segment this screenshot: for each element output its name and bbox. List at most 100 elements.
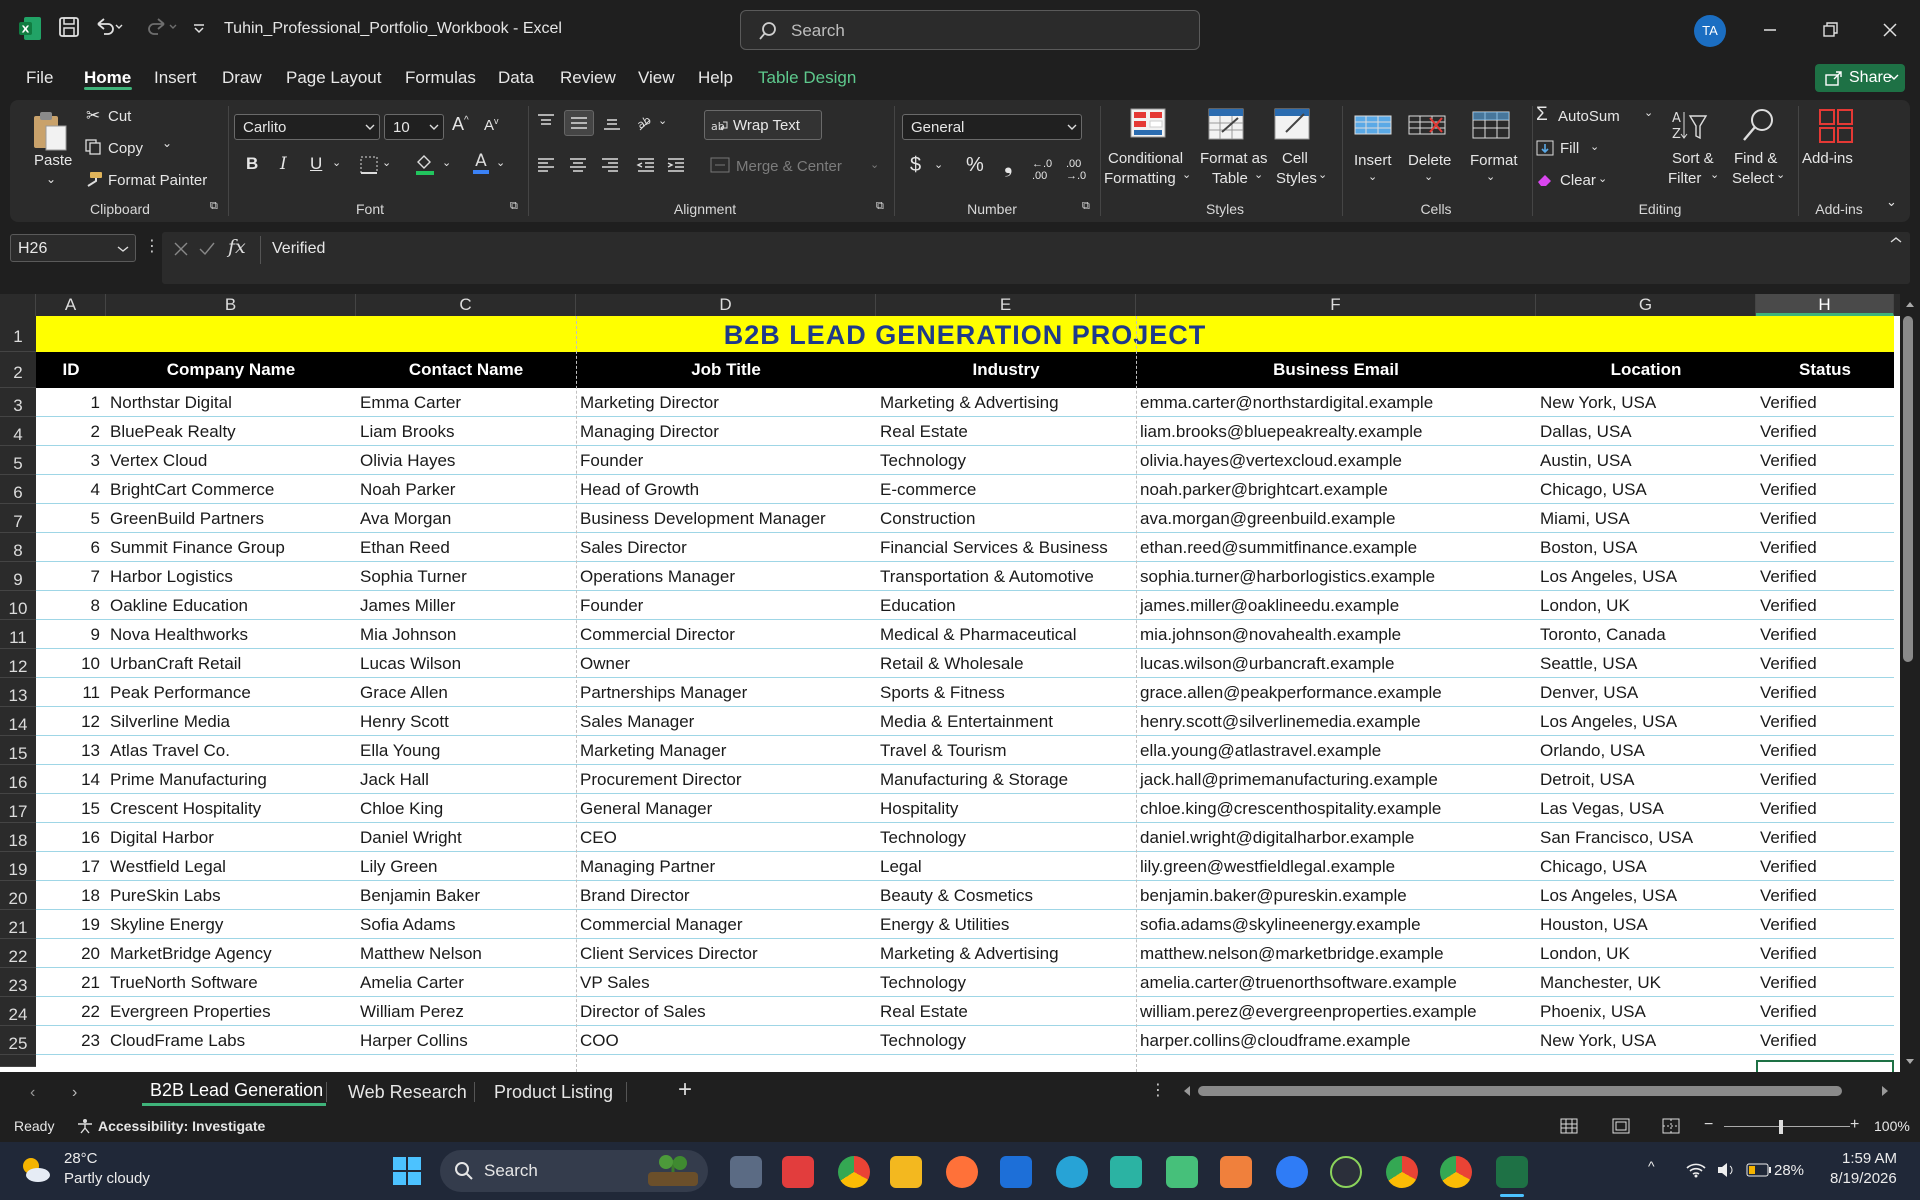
formula-bar[interactable]: fx Verified [162,232,1910,284]
cell-job-title[interactable]: COO [580,1031,870,1051]
cell-status[interactable]: Verified [1760,1031,1890,1051]
row-header[interactable]: 24 [0,997,36,1026]
cell-id[interactable]: 12 [40,712,100,732]
row-header[interactable]: 18 [0,823,36,852]
header-industry[interactable]: Industry [876,360,1136,380]
outlook-icon[interactable] [1000,1156,1032,1188]
cell-job-title[interactable]: Founder [580,451,870,471]
cell-job-title[interactable]: Client Services Director [580,944,870,964]
formula-value[interactable]: Verified [272,240,325,258]
cell-status[interactable]: Verified [1760,567,1890,587]
ribbon-collapse-icon[interactable]: ⌄ [1886,194,1897,210]
cell-industry[interactable]: Marketing & Advertising [880,944,1130,964]
cell-email[interactable]: matthew.nelson@marketbridge.example [1140,944,1530,964]
number-format-dropdown[interactable]: General [902,114,1082,140]
row-header[interactable]: 3 [0,388,36,417]
row-header[interactable]: 19 [0,852,36,881]
cell-industry[interactable]: Energy & Utilities [880,915,1130,935]
cell-contact[interactable]: Olivia Hayes [360,451,570,471]
cell-company[interactable]: Silverline Media [110,712,350,732]
font-name-dropdown[interactable]: Carlito [234,114,380,140]
cell-contact[interactable]: Amelia Carter [360,973,570,993]
decrease-decimal-icon[interactable]: .00 →.0 [1066,158,1086,182]
alignment-launcher-icon[interactable]: ⧉ [876,200,884,213]
delete-cells-icon[interactable] [1408,110,1446,140]
cell-location[interactable]: Manchester, UK [1540,973,1750,993]
cell-id[interactable]: 1 [40,393,100,413]
format-painter-label[interactable]: Format Painter [108,172,207,189]
cell-status[interactable]: Verified [1760,973,1890,993]
insert-cells-label[interactable]: Insert [1354,152,1392,169]
upwork-icon[interactable] [1330,1156,1362,1188]
delete-cells-label[interactable]: Delete [1408,152,1451,169]
cell-company[interactable]: Vertex Cloud [110,451,350,471]
cell-styles-icon[interactable] [1274,108,1312,140]
cell-job-title[interactable]: Managing Partner [580,857,870,877]
cell-job-title[interactable]: General Manager [580,799,870,819]
cell-status[interactable]: Verified [1760,625,1890,645]
clipboard-launcher-icon[interactable]: ⧉ [210,200,218,213]
filter-label[interactable]: Filter [1668,170,1701,187]
undo-icon[interactable] [94,16,124,38]
cell-email[interactable]: olivia.hayes@vertexcloud.example [1140,451,1530,471]
taskbar-search[interactable]: Search [440,1150,708,1192]
cell-company[interactable]: MarketBridge Agency [110,944,350,964]
cell-id[interactable]: 17 [40,857,100,877]
clock-time[interactable]: 1:59 AM [1842,1150,1897,1167]
cell-company[interactable]: Northstar Digital [110,393,350,413]
row-header[interactable]: 7 [0,504,36,533]
format-cells-label[interactable]: Format [1470,152,1518,169]
row-header[interactable]: 14 [0,707,36,736]
excel-taskbar-icon[interactable] [1496,1156,1528,1188]
spreadsheet-grid[interactable]: A B C D E F G H 1 2 3 4 5 6 7 8 9 10 11 12 13 14 15 16 1… [0,294,1900,1072]
column-header-a[interactable]: A [36,294,106,316]
cell-job-title[interactable]: Sales Director [580,538,870,558]
cell-location[interactable]: Chicago, USA [1540,480,1750,500]
weather-temp[interactable]: 28°C [64,1150,98,1167]
app-icon[interactable] [1110,1156,1142,1188]
wrap-text-button[interactable]: ab Wrap Text [704,110,822,140]
cell-industry[interactable]: Sports & Fitness [880,683,1130,703]
active-cell-h26[interactable] [1756,1060,1894,1072]
cell-industry[interactable]: Transportation & Automotive [880,567,1130,587]
cell-contact[interactable]: Liam Brooks [360,422,570,442]
cell-industry[interactable]: Travel & Tourism [880,741,1130,761]
cell-id[interactable]: 22 [40,1002,100,1022]
cell-id[interactable]: 19 [40,915,100,935]
table-label[interactable]: Table [1212,170,1248,187]
cell-location[interactable]: Seattle, USA [1540,654,1750,674]
align-bottom-icon[interactable] [602,112,622,132]
format-dropdown-icon[interactable]: ⌄ [1486,170,1495,183]
cell-contact[interactable]: Henry Scott [360,712,570,732]
zoom-slider[interactable] [1724,1126,1850,1127]
row-header[interactable]: 25 [0,1026,36,1055]
cell-status[interactable]: Verified [1760,509,1890,529]
cell-industry[interactable]: Construction [880,509,1130,529]
row-header[interactable]: 21 [0,910,36,939]
redo-icon[interactable] [142,16,178,38]
cell-industry[interactable]: E-commerce [880,480,1130,500]
cell-job-title[interactable]: Marketing Manager [580,741,870,761]
row-header[interactable]: 11 [0,620,36,649]
cell-job-title[interactable]: Director of Sales [580,1002,870,1022]
conditional-dropdown-icon[interactable]: ⌄ [1182,168,1191,181]
vertical-scroll-thumb[interactable] [1903,316,1913,662]
wifi-icon[interactable] [1686,1162,1706,1178]
cell-industry[interactable]: Technology [880,828,1130,848]
scroll-left-icon[interactable] [1182,1085,1192,1097]
bold-icon[interactable]: B [246,154,258,174]
cell-status[interactable]: Verified [1760,538,1890,558]
sort-filter-dropdown-icon[interactable]: ⌄ [1710,168,1719,181]
cell-status[interactable]: Verified [1760,944,1890,964]
cell-styles-dropdown-icon[interactable]: ⌄ [1318,168,1327,181]
add-ins-icon[interactable] [1818,108,1856,144]
row-header[interactable]: 13 [0,678,36,707]
cell-company[interactable]: Digital Harbor [110,828,350,848]
cell-status[interactable]: Verified [1760,451,1890,471]
cell-email[interactable]: lucas.wilson@urbancraft.example [1140,654,1530,674]
zoom-level[interactable]: 100% [1874,1118,1910,1134]
cell-status[interactable]: Verified [1760,886,1890,906]
insert-function-icon[interactable]: fx [228,236,246,258]
cell-email[interactable]: ethan.reed@summitfinance.example [1140,538,1530,558]
cell-contact[interactable]: William Perez [360,1002,570,1022]
